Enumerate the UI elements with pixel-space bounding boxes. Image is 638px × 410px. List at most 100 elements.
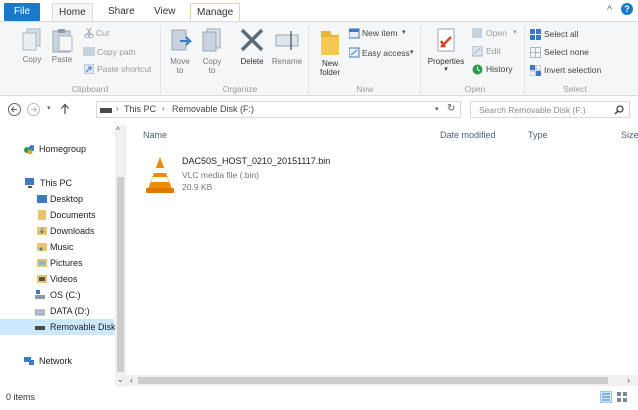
edit-button[interactable]: Edit xyxy=(486,46,501,56)
nav-item-this-pc[interactable]: This PC xyxy=(0,175,114,191)
navigation-pane: ▴ Homegroup This PC Desktop Documents Do… xyxy=(0,125,120,387)
column-header-type[interactable]: Type xyxy=(528,130,548,140)
content-horizontal-scrollbar-thumb[interactable] xyxy=(138,377,608,384)
nav-item-removable-disk[interactable]: Removable Disk xyxy=(0,319,116,335)
tab-file[interactable]: File xyxy=(4,3,40,21)
scroll-left-arrow-icon[interactable]: ‹ xyxy=(130,375,133,385)
move-to-icon xyxy=(171,29,193,51)
column-header-date-modified[interactable]: Date modified xyxy=(440,130,496,140)
forward-arrow-icon[interactable] xyxy=(27,103,40,116)
select-none-icon xyxy=(530,47,541,58)
copy-path-button[interactable]: Copy path xyxy=(97,47,136,57)
collapse-ribbon-button[interactable]: ^ xyxy=(607,4,612,16)
copy-path-icon xyxy=(83,47,95,56)
tab-view[interactable]: View xyxy=(148,3,182,21)
nav-item-pictures[interactable]: Pictures xyxy=(0,255,114,271)
tab-share[interactable]: Share xyxy=(102,3,141,21)
search-box[interactable]: Search Removable Disk (F:) xyxy=(470,101,630,118)
rename-button[interactable]: Rename xyxy=(270,27,304,66)
new-item-button[interactable]: New item xyxy=(362,28,397,38)
new-item-icon xyxy=(349,28,360,39)
rename-icon xyxy=(275,31,299,50)
recent-locations-icon[interactable]: ▾ xyxy=(47,104,51,112)
details-view-icon[interactable] xyxy=(600,391,612,403)
documents-folder-icon xyxy=(38,210,46,220)
nav-item-label: OS (C:) xyxy=(50,290,81,300)
up-arrow-icon[interactable] xyxy=(60,103,70,115)
nav-item-desktop[interactable]: Desktop xyxy=(0,191,114,207)
select-none-button[interactable]: Select none xyxy=(544,47,589,57)
select-all-icon xyxy=(530,29,541,40)
invert-selection-button[interactable]: Invert selection xyxy=(544,65,601,75)
delete-label: Delete xyxy=(240,57,264,66)
nav-item-music[interactable]: Music xyxy=(0,239,114,255)
easy-access-icon xyxy=(349,47,360,58)
file-item[interactable]: DAC50S_HOST_0210_20151117.bin VLC media … xyxy=(140,153,340,197)
nav-item-data-d[interactable]: DATA (D:) xyxy=(0,303,114,319)
item-count: 0 items xyxy=(6,392,36,402)
select-all-button[interactable]: Select all xyxy=(544,29,579,39)
new-folder-button[interactable]: New folder xyxy=(313,27,347,77)
history-icon xyxy=(472,64,483,75)
nav-item-label: This PC xyxy=(40,178,73,188)
cut-icon xyxy=(84,28,94,38)
column-header-name[interactable]: Name xyxy=(143,130,167,140)
removable-drive-icon xyxy=(35,326,45,330)
open-button[interactable]: Open xyxy=(486,28,507,38)
videos-folder-icon xyxy=(37,275,47,283)
copy-button[interactable]: Copy xyxy=(20,27,44,64)
copy-label: Copy xyxy=(22,55,42,64)
copy-to-button[interactable]: Copy to xyxy=(199,27,225,75)
system-drive-icon xyxy=(35,290,45,299)
scroll-up-arrow-icon[interactable]: ^ xyxy=(116,126,120,135)
nav-item-network[interactable]: Network xyxy=(0,353,114,369)
properties-label: Properties xyxy=(427,57,465,66)
status-bar: 0 items xyxy=(0,387,638,410)
help-icon[interactable]: ? xyxy=(621,3,633,15)
properties-dropdown-icon[interactable]: ▾ xyxy=(425,66,467,73)
move-to-button[interactable]: Move to xyxy=(167,27,193,75)
nav-item-homegroup[interactable]: Homegroup xyxy=(0,141,114,157)
copy-icon xyxy=(22,28,41,51)
scroll-right-arrow-icon[interactable]: › xyxy=(627,375,630,385)
cut-button[interactable]: Cut xyxy=(96,28,109,38)
ribbon-separator xyxy=(308,26,309,94)
easy-access-button[interactable]: Easy access xyxy=(362,48,410,58)
search-icon[interactable] xyxy=(614,105,624,115)
nav-item-label: Documents xyxy=(50,210,96,220)
search-placeholder: Search Removable Disk (F:) xyxy=(479,105,586,115)
open-dropdown-icon[interactable]: ▾ xyxy=(513,28,517,36)
nav-item-downloads[interactable]: Downloads xyxy=(0,223,114,239)
breadcrumb-this-pc[interactable]: This PC xyxy=(124,104,156,114)
paste-shortcut-button[interactable]: Paste shortcut xyxy=(97,64,151,74)
back-arrow-icon[interactable] xyxy=(8,103,21,116)
paste-button[interactable]: Paste xyxy=(49,27,75,64)
move-to-label: Move to xyxy=(170,57,190,75)
nav-item-label: Homegroup xyxy=(39,144,87,154)
nav-item-videos[interactable]: Videos xyxy=(0,271,114,287)
ribbon: Copy Paste Cut Copy path Paste shortcut … xyxy=(0,21,638,96)
history-button[interactable]: History xyxy=(486,64,512,74)
nav-item-documents[interactable]: Documents xyxy=(0,207,114,223)
ribbon-tab-row: File Home Share View Manage ^ ? xyxy=(0,0,638,22)
delete-button[interactable]: Delete xyxy=(235,27,269,66)
nav-item-os-c[interactable]: OS (C:) xyxy=(0,287,114,303)
properties-button[interactable]: Properties ▾ xyxy=(425,27,467,73)
address-bar[interactable]: › This PC › Removable Disk (F:) ▾ ↻ xyxy=(96,101,461,118)
scroll-down-arrow-icon[interactable]: ⌄ xyxy=(117,375,124,384)
file-type: VLC media file (.bin) xyxy=(182,170,260,180)
new-item-dropdown-icon[interactable]: ▾ xyxy=(402,28,406,36)
paste-shortcut-icon xyxy=(84,64,94,74)
navigation-scrollbar-thumb[interactable] xyxy=(117,177,124,372)
breadcrumb-removable-disk[interactable]: Removable Disk (F:) xyxy=(172,104,254,114)
address-dropdown-icon[interactable]: ▾ xyxy=(435,105,439,113)
clipboard-group-label: Clipboard xyxy=(71,84,109,94)
refresh-icon[interactable]: ↻ xyxy=(447,103,455,114)
column-header-size[interactable]: Size xyxy=(621,130,638,140)
music-folder-icon xyxy=(37,243,47,251)
tab-manage[interactable]: Manage xyxy=(190,3,241,21)
tab-home[interactable]: Home xyxy=(52,3,93,22)
easy-access-dropdown-icon[interactable]: ▾ xyxy=(410,48,414,56)
select-group-label: Select xyxy=(563,84,587,94)
large-icons-view-icon[interactable] xyxy=(616,391,628,403)
